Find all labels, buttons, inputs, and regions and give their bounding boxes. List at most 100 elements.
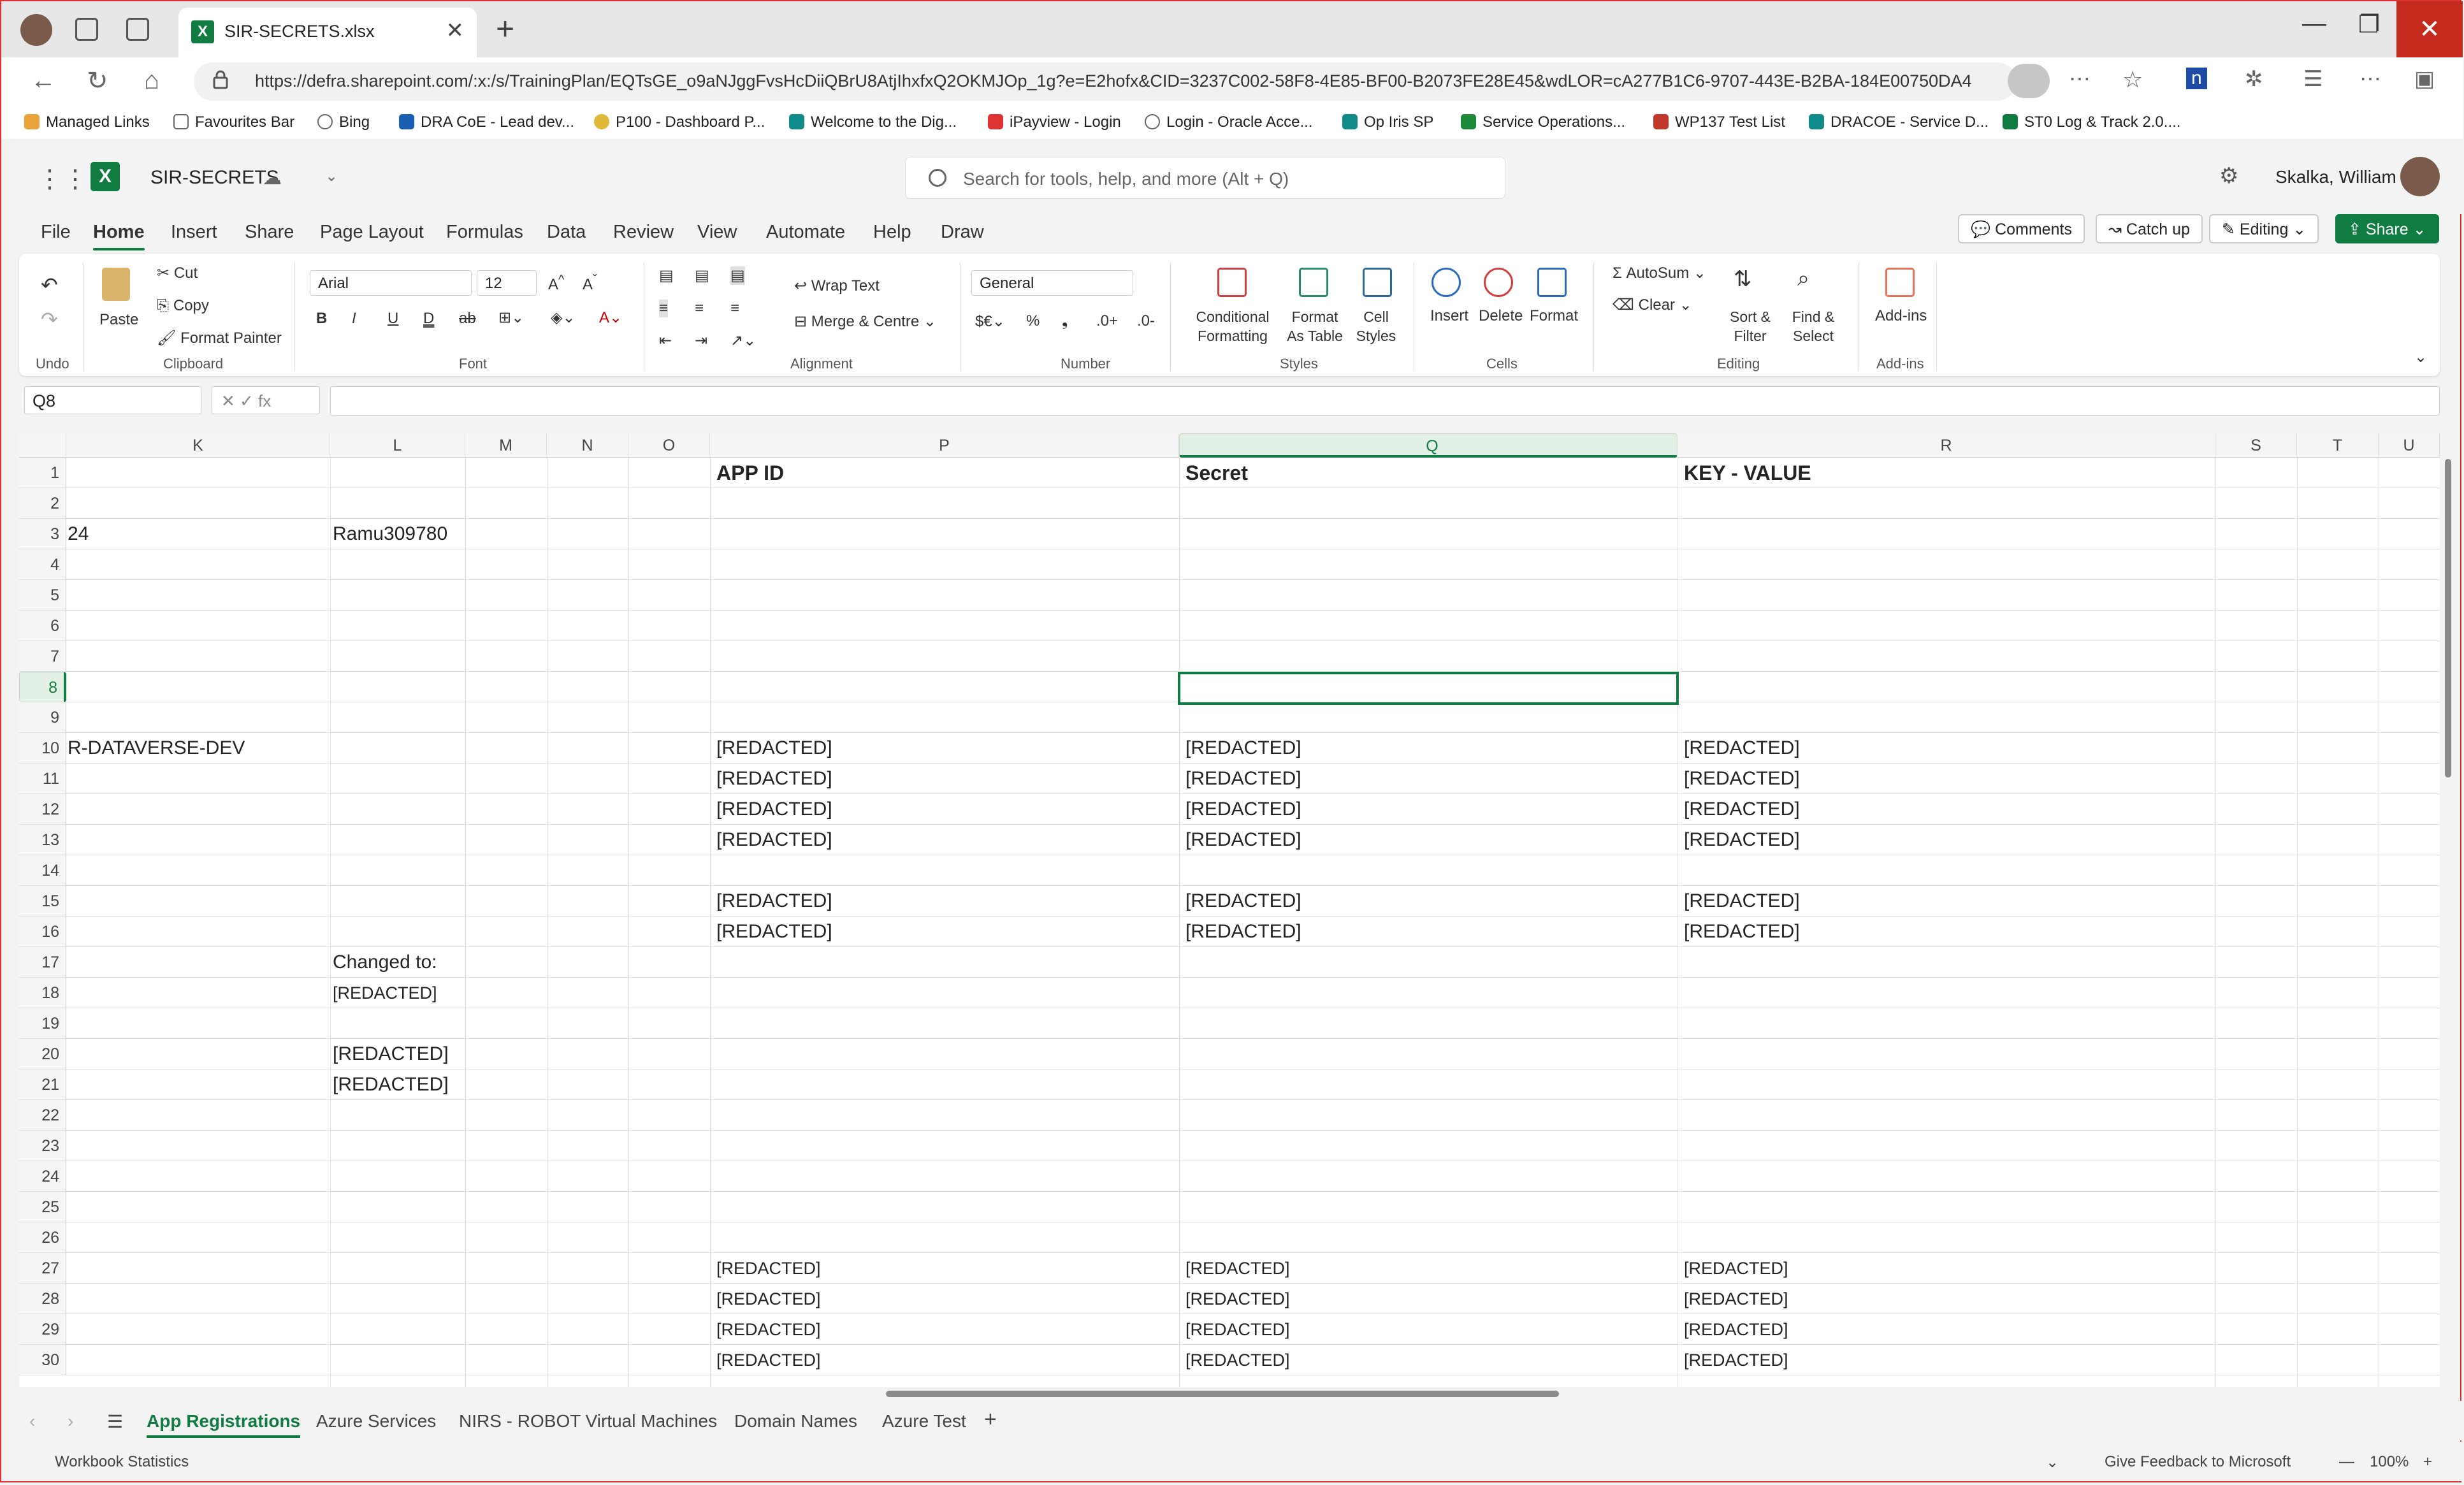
name-box[interactable]: Q8 xyxy=(24,386,201,414)
column-header[interactable]: O xyxy=(628,433,710,458)
row-header[interactable]: 16 xyxy=(19,916,66,947)
sheet-tab-azure-services[interactable]: Azure Services xyxy=(316,1411,436,1431)
row-header[interactable]: 29 xyxy=(19,1314,66,1345)
minimize-icon[interactable]: — xyxy=(2302,10,2326,38)
row-header[interactable]: 12 xyxy=(19,794,66,825)
cell-key[interactable]: [REDACTED] xyxy=(1684,1314,1788,1345)
double-underline-icon[interactable]: D xyxy=(423,310,434,328)
refresh-icon[interactable]: ↻ xyxy=(87,66,108,96)
add-ins-icon[interactable] xyxy=(1885,268,1915,297)
user-avatar[interactable] xyxy=(2400,157,2440,196)
menu-file[interactable]: File xyxy=(41,222,71,243)
row-header[interactable]: 19 xyxy=(19,1008,66,1039)
align-bottom-icon[interactable]: ▤ xyxy=(730,266,745,285)
menu-draw[interactable]: Draw xyxy=(941,222,984,243)
cell-app-id[interactable]: [REDACTED] xyxy=(716,1314,821,1345)
settings-gear-icon[interactable]: ⚙ xyxy=(2219,163,2238,189)
row-header[interactable]: 14 xyxy=(19,855,66,886)
cell-key[interactable]: [REDACTED] xyxy=(1684,794,1800,825)
menu-review[interactable]: Review xyxy=(613,222,674,243)
header-secret[interactable]: Secret xyxy=(1185,458,1248,488)
add-ins-button[interactable]: Add-ins xyxy=(1875,307,1927,325)
editing-mode-button[interactable]: ✎ Editing ⌄ xyxy=(2209,214,2319,243)
currency-icon[interactable]: $€⌄ xyxy=(975,312,1005,331)
cell-app-id[interactable]: [REDACTED] xyxy=(716,916,832,947)
merge-centre-button[interactable]: ⊟ Merge & Centre ⌄ xyxy=(794,312,936,331)
cell-l21[interactable]: [REDACTED] xyxy=(333,1069,464,1100)
insert-cells-icon[interactable] xyxy=(1431,268,1461,297)
cell-key[interactable]: [REDACTED] xyxy=(1684,1345,1788,1375)
cell-secret[interactable]: [REDACTED] xyxy=(1185,1253,1290,1284)
grow-font-icon[interactable]: A^ xyxy=(548,273,564,294)
clear-button[interactable]: ⌫ Clear ⌄ xyxy=(1612,296,1692,314)
align-middle-icon[interactable]: ▤ xyxy=(695,266,709,285)
insert-cells-button[interactable]: Insert xyxy=(1430,307,1468,325)
row-header[interactable]: 27 xyxy=(19,1253,66,1284)
fav-item[interactable]: Favourites Bar xyxy=(173,113,294,131)
title-dropdown-icon[interactable]: ⌄ xyxy=(325,167,338,185)
menu-insert[interactable]: Insert xyxy=(171,222,217,243)
shrink-font-icon[interactable]: Aˇ xyxy=(583,273,597,294)
cell-secret[interactable]: [REDACTED] xyxy=(1185,733,1301,764)
find-select-button[interactable]: Find & Select xyxy=(1785,307,1842,345)
status-dropdown-icon[interactable]: ⌄ xyxy=(2046,1453,2059,1472)
give-feedback-link[interactable]: Give Feedback to Microsoft xyxy=(2105,1453,2291,1471)
underline-icon[interactable]: U xyxy=(388,310,398,328)
format-painter-button[interactable]: 🖌 Format Painter xyxy=(157,329,282,347)
row-header[interactable]: 4 xyxy=(19,549,66,580)
row-header[interactable]: 6 xyxy=(19,611,66,641)
favorite-star-icon[interactable]: ☆ xyxy=(2122,66,2143,93)
active-cell-q8[interactable] xyxy=(1178,672,1679,705)
cell-secret[interactable]: [REDACTED] xyxy=(1185,916,1301,947)
number-format-select[interactable]: General xyxy=(971,270,1133,296)
format-as-table-icon[interactable] xyxy=(1299,268,1328,297)
header-key-value[interactable]: KEY - VALUE xyxy=(1684,458,1811,488)
cell-key[interactable]: [REDACTED] xyxy=(1684,764,1800,794)
align-top-icon[interactable]: ▤ xyxy=(659,266,674,285)
back-icon[interactable]: ← xyxy=(31,66,56,95)
align-right-icon[interactable]: ≡ xyxy=(730,300,739,317)
cell-secret[interactable]: [REDACTED] xyxy=(1185,764,1301,794)
menu-share[interactable]: Share xyxy=(245,222,294,243)
horizontal-scrollbar[interactable] xyxy=(19,1387,2440,1401)
sheet-tab-nirs-robot-vms[interactable]: NIRS - ROBOT Virtual Machines xyxy=(459,1411,717,1431)
cell-secret[interactable]: [REDACTED] xyxy=(1185,886,1301,916)
row-header[interactable]: 9 xyxy=(19,702,66,733)
cell-app-id[interactable]: [REDACTED] xyxy=(716,1253,821,1284)
cell-key[interactable]: [REDACTED] xyxy=(1684,916,1800,947)
cell-secret[interactable]: [REDACTED] xyxy=(1185,794,1301,825)
cell-key[interactable]: [REDACTED] xyxy=(1684,886,1800,916)
row-header[interactable]: 1 xyxy=(19,458,66,488)
extensions-icon[interactable]: ✲ xyxy=(2245,66,2263,92)
menu-page-layout[interactable]: Page Layout xyxy=(320,222,424,243)
cell-secret[interactable]: [REDACTED] xyxy=(1185,1284,1290,1314)
sheet-next-icon[interactable]: › xyxy=(68,1411,73,1431)
sheet-tab-app-registrations[interactable]: App Registrations xyxy=(147,1411,301,1438)
fav-item[interactable]: Welcome to the Dig... xyxy=(789,113,957,131)
cell-app-id[interactable]: [REDACTED] xyxy=(716,1345,821,1375)
row-header[interactable]: 21 xyxy=(19,1069,66,1100)
cell-styles-icon[interactable] xyxy=(1363,268,1392,297)
fav-item[interactable]: Managed Links xyxy=(24,113,150,131)
sort-filter-icon[interactable]: ⇅ xyxy=(1734,266,1752,292)
new-tab-icon[interactable]: + xyxy=(496,10,514,47)
undo-icon[interactable]: ↶ xyxy=(41,273,58,297)
zoom-in-icon[interactable]: + xyxy=(2423,1453,2432,1471)
column-header[interactable]: P xyxy=(710,433,1179,458)
fav-item[interactable]: Service Operations... xyxy=(1461,113,1625,131)
fav-item[interactable]: Login - Oracle Acce... xyxy=(1145,113,1312,131)
cell-l18[interactable]: [REDACTED] xyxy=(333,978,437,1008)
column-header[interactable]: L xyxy=(330,433,465,458)
zoom-level[interactable]: 100% xyxy=(2370,1453,2409,1471)
cell-l17[interactable]: Changed to: xyxy=(333,947,437,978)
row-header[interactable]: 28 xyxy=(19,1284,66,1314)
row-header[interactable]: 8 xyxy=(19,672,66,702)
cell-key[interactable]: [REDACTED] xyxy=(1684,733,1800,764)
menu-help[interactable]: Help xyxy=(873,222,911,243)
format-cells-icon[interactable] xyxy=(1537,268,1567,297)
spreadsheet-grid[interactable]: K L M N O P Q R S T U 1 2 3 4 5 6 7 8 9 10 11 12 13 1… xyxy=(19,433,2440,1387)
align-center-icon[interactable]: ≡ xyxy=(695,300,704,317)
ribbon-collapse-icon[interactable]: ⌄ xyxy=(2414,348,2427,366)
row-header[interactable]: 5 xyxy=(19,580,66,611)
menu-view[interactable]: View xyxy=(697,222,737,243)
